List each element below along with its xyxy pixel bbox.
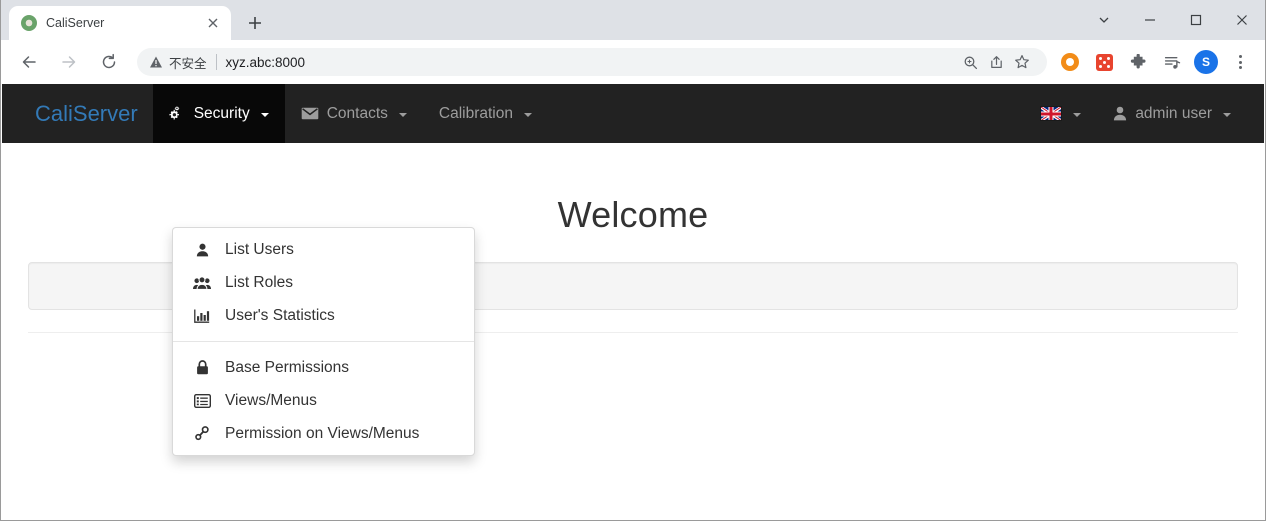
globe-favicon: [21, 15, 37, 31]
profile-avatar[interactable]: S: [1192, 46, 1220, 78]
browser-tab[interactable]: CaliServer: [9, 6, 231, 40]
lock-icon: [193, 360, 211, 375]
web-page: CaliServer Security Contacts Calibration…: [2, 84, 1264, 520]
nav-item-contacts-label: Contacts: [326, 104, 388, 122]
bar-chart-icon: [193, 309, 211, 323]
minimize-icon[interactable]: [1127, 0, 1173, 40]
user-icon: [1113, 106, 1127, 121]
avatar-initial: S: [1194, 50, 1218, 74]
tab-strip: CaliServer: [1, 0, 1265, 40]
nav-item-security[interactable]: Security: [152, 84, 285, 143]
envelope-icon: [301, 107, 319, 120]
browser-window: CaliServer 不安全 xyz.abc:8000 S CaliServer…: [0, 0, 1266, 521]
menu-item-label: List Roles: [225, 273, 294, 291]
menu-item-users-statistics[interactable]: User's Statistics: [173, 299, 474, 332]
red-dice-extension-icon[interactable]: [1090, 46, 1118, 78]
nav-item-contacts[interactable]: Contacts: [285, 84, 423, 143]
menu-item-label: User's Statistics: [225, 306, 335, 324]
menu-item-label: Base Permissions: [225, 358, 350, 376]
nav-item-calibration[interactable]: Calibration: [423, 84, 548, 143]
chevron-down-icon: [1073, 112, 1082, 117]
security-status-text: 不安全: [169, 56, 207, 71]
url-text: xyz.abc:8000: [225, 54, 306, 70]
maximize-icon[interactable]: [1173, 0, 1219, 40]
tab-search-icon[interactable]: [1081, 0, 1127, 40]
address-bar[interactable]: 不安全 xyz.abc:8000: [137, 48, 1047, 76]
menu-item-label: Permission on Views/Menus: [225, 424, 420, 442]
back-icon[interactable]: [13, 46, 45, 78]
cogs-icon: [169, 106, 186, 121]
window-controls: [1081, 0, 1265, 40]
bookmark-star-icon[interactable]: [1009, 49, 1035, 75]
omnibox-divider: [215, 54, 217, 70]
menu-item-list-roles[interactable]: List Roles: [173, 266, 474, 299]
reload-icon[interactable]: [93, 46, 125, 78]
user-icon: [193, 243, 211, 257]
users-group-icon: [193, 275, 211, 290]
reading-list-icon[interactable]: [1158, 46, 1186, 78]
menu-divider: [173, 341, 474, 342]
menu-item-base-permissions[interactable]: Base Permissions: [173, 351, 474, 384]
forward-icon[interactable]: [53, 46, 85, 78]
share-icon[interactable]: [983, 49, 1009, 75]
link-chain-icon: [193, 426, 211, 441]
nav-item-language[interactable]: [1024, 84, 1097, 143]
tab-title: CaliServer: [46, 16, 105, 30]
menu-item-label: List Users: [225, 240, 294, 258]
menu-item-views-menus[interactable]: Views/Menus: [173, 384, 474, 417]
chevron-down-icon: [523, 112, 532, 117]
menu-item-list-users[interactable]: List Users: [173, 233, 474, 266]
chevron-down-icon: [260, 112, 269, 117]
nav-item-calibration-label: Calibration: [438, 104, 513, 122]
browser-toolbar: 不安全 xyz.abc:8000 S: [1, 40, 1265, 84]
orange-circle-extension-icon[interactable]: [1056, 46, 1084, 78]
user-menu-label: admin user: [1135, 104, 1212, 122]
uk-flag-icon: [1040, 106, 1063, 121]
new-tab-button[interactable]: [241, 9, 269, 37]
nav-item-security-label: Security: [193, 104, 250, 122]
chevron-down-icon: [1223, 112, 1231, 117]
window-close-icon[interactable]: [1219, 0, 1265, 40]
puzzle-extensions-icon[interactable]: [1124, 46, 1152, 78]
chrome-menu-icon[interactable]: [1226, 46, 1254, 78]
chevron-down-icon: [398, 112, 407, 117]
list-alt-icon: [193, 393, 211, 408]
menu-item-label: Views/Menus: [225, 391, 317, 409]
zoom-icon[interactable]: [957, 49, 983, 75]
navbar-right: admin user: [1024, 84, 1264, 143]
app-navbar: CaliServer Security Contacts Calibration…: [2, 84, 1264, 143]
omnibox-actions: [957, 49, 1035, 75]
close-icon[interactable]: [203, 13, 223, 33]
menu-item-permission-on-views-menus[interactable]: Permission on Views/Menus: [173, 417, 474, 450]
nav-item-user-menu[interactable]: admin user: [1097, 84, 1264, 143]
brand-caliserver[interactable]: CaliServer: [2, 84, 153, 143]
not-secure-warning-icon: [149, 55, 163, 69]
security-dropdown-menu: List Users List Roles User's Statistics …: [172, 227, 475, 456]
